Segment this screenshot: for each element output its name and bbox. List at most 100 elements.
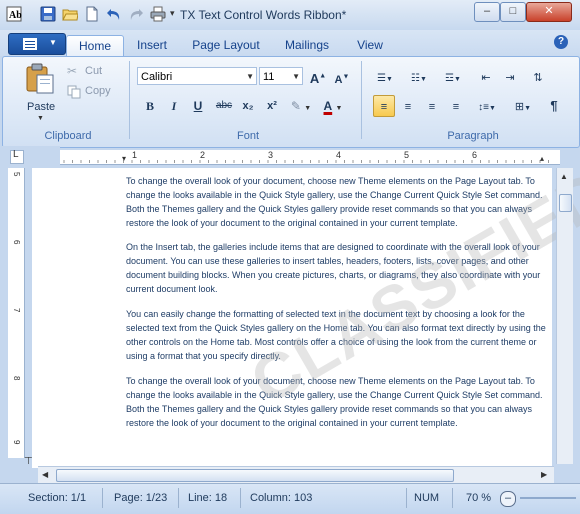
save-icon[interactable]	[40, 6, 56, 22]
align-left-button[interactable]: ≡	[373, 95, 395, 117]
strikethrough-button[interactable]: abc	[211, 95, 237, 117]
tab-selector[interactable]: L	[10, 149, 24, 164]
align-center-button[interactable]: ≡	[397, 95, 419, 117]
scroll-right-icon[interactable]: ▶	[541, 470, 547, 479]
grow-font-icon: A▲	[309, 71, 327, 87]
borders-button[interactable]: ⊞▼	[507, 95, 539, 117]
tab-home[interactable]: Home	[66, 35, 124, 57]
cut-label: Cut	[85, 65, 103, 77]
copy-button[interactable]: Copy	[67, 83, 117, 101]
bullets-button[interactable]: ☰▼	[369, 66, 401, 88]
tab-mailings[interactable]: Mailings	[278, 35, 336, 56]
page-top-marker-icon: ⊤	[24, 456, 33, 467]
status-divider	[406, 488, 407, 508]
status-divider	[178, 488, 179, 508]
bold-button[interactable]: B	[139, 95, 161, 117]
status-divider	[240, 488, 241, 508]
redo-icon[interactable]	[128, 6, 144, 22]
font-color-letter: A	[323, 99, 333, 113]
app-icon[interactable]: Ab	[6, 6, 22, 22]
font-color-button[interactable]: A ▼	[317, 95, 349, 117]
ruler-number: 8	[12, 376, 21, 381]
align-left-icon: ≡	[380, 101, 388, 113]
align-right-icon: ≡	[428, 101, 436, 113]
chevron-down-icon: ▼	[386, 76, 393, 83]
ruler-number: 3	[268, 150, 274, 160]
status-divider	[102, 488, 103, 508]
new-document-icon[interactable]	[84, 6, 100, 22]
grow-font-button[interactable]: A▲	[307, 66, 329, 88]
multilevel-list-button[interactable]: ☲▼	[437, 66, 469, 88]
undo-icon[interactable]	[106, 6, 122, 22]
vertical-scroll-thumb[interactable]	[559, 194, 572, 212]
superscript-button[interactable]: x²	[261, 95, 283, 117]
show-formatting-button[interactable]: ¶	[543, 95, 565, 117]
status-line: Line: 18	[188, 492, 228, 504]
ruler-number: 1	[132, 150, 138, 160]
decrease-indent-button[interactable]: ⇤	[475, 66, 497, 88]
svg-text:Ab: Ab	[9, 10, 22, 21]
tab-page-layout[interactable]: Page Layout	[188, 35, 264, 56]
bullet-list-icon: ☰	[377, 73, 387, 84]
ruler-number: 2	[200, 150, 206, 160]
zoom-level[interactable]: 70 %	[466, 492, 491, 504]
paste-label: Paste	[27, 101, 56, 113]
paste-button[interactable]: Paste ▼	[19, 63, 59, 123]
chevron-down-icon: ▼	[246, 72, 254, 81]
subscript-button[interactable]: x₂	[237, 95, 259, 117]
sort-button[interactable]: ⇅	[527, 66, 549, 88]
horizontal-scrollbar[interactable]: ◀ ▶	[38, 466, 554, 483]
font-family-select[interactable]: Calibri ▼	[137, 67, 257, 85]
open-folder-icon[interactable]	[62, 6, 78, 22]
horizontal-ruler[interactable]: 1 2 3 4 5 6 ▾ ▴	[60, 150, 560, 165]
paragraph-group-label: Paragraph	[447, 130, 499, 142]
copy-label: Copy	[85, 85, 111, 97]
paste-icon	[26, 63, 54, 94]
justify-button[interactable]: ≡	[445, 95, 467, 117]
print-icon[interactable]	[150, 6, 166, 22]
zoom-out-button[interactable]: –	[500, 491, 516, 507]
vertical-ruler[interactable]: 5 6 7 8 9	[8, 168, 25, 458]
zoom-slider-track[interactable]	[520, 497, 576, 499]
title-bar: Ab ▾ TX Text Control Words Ribbon* – □ ✕	[0, 0, 580, 31]
close-button[interactable]: ✕	[526, 2, 572, 22]
minimize-button[interactable]: –	[474, 2, 500, 22]
scroll-up-icon[interactable]: ▲	[560, 172, 568, 181]
highlight-button[interactable]: ✎ ▼	[285, 95, 317, 117]
numbering-button[interactable]: ☷▼	[403, 66, 435, 88]
underline-button[interactable]: U	[187, 95, 209, 117]
cut-button[interactable]: ✂ Cut	[67, 63, 117, 81]
horizontal-scroll-thumb[interactable]	[56, 469, 454, 482]
highlighter-icon: ✎	[290, 99, 301, 113]
multilevel-list-icon: ☲	[445, 73, 455, 84]
line-spacing-button[interactable]: ↕≡▼	[471, 95, 503, 117]
chevron-down-icon: ▼	[335, 105, 343, 112]
chevron-down-icon: ▼	[49, 38, 57, 47]
font-group-label: Font	[236, 130, 259, 142]
window-title: TX Text Control Words Ribbon*	[180, 8, 347, 22]
increase-indent-icon: ⇥	[505, 72, 515, 84]
chevron-down-icon: ▼	[420, 76, 427, 83]
increase-indent-button[interactable]: ⇥	[499, 66, 521, 88]
font-family-value: Calibri	[141, 71, 173, 83]
vertical-scrollbar[interactable]: ▲	[556, 168, 573, 464]
scroll-left-icon[interactable]: ◀	[42, 470, 48, 479]
tab-insert[interactable]: Insert	[130, 35, 174, 56]
font-size-select[interactable]: 11 ▼	[259, 67, 303, 85]
shrink-font-button[interactable]: A▼	[331, 66, 353, 88]
pilcrow-icon: ¶	[550, 98, 558, 113]
justify-icon: ≡	[452, 101, 460, 113]
indent-marker[interactable]: ▾	[122, 154, 126, 163]
application-menu-button[interactable]: ▼	[8, 33, 66, 55]
help-button[interactable]: ?	[554, 35, 568, 49]
tab-view[interactable]: View	[350, 35, 390, 56]
status-page: Page: 1/23	[114, 492, 168, 504]
italic-button[interactable]: I	[163, 95, 185, 117]
align-right-button[interactable]: ≡	[421, 95, 443, 117]
ribbon-tab-row: ▼ Home Insert Page Layout Mailings View …	[0, 30, 580, 57]
customize-qat-icon[interactable]: ▾	[170, 8, 175, 19]
scissors-icon: ✂	[67, 64, 78, 78]
right-indent-marker[interactable]: ▴	[540, 154, 544, 163]
status-column: Column: 103	[250, 492, 313, 504]
maximize-button[interactable]: □	[500, 2, 526, 22]
